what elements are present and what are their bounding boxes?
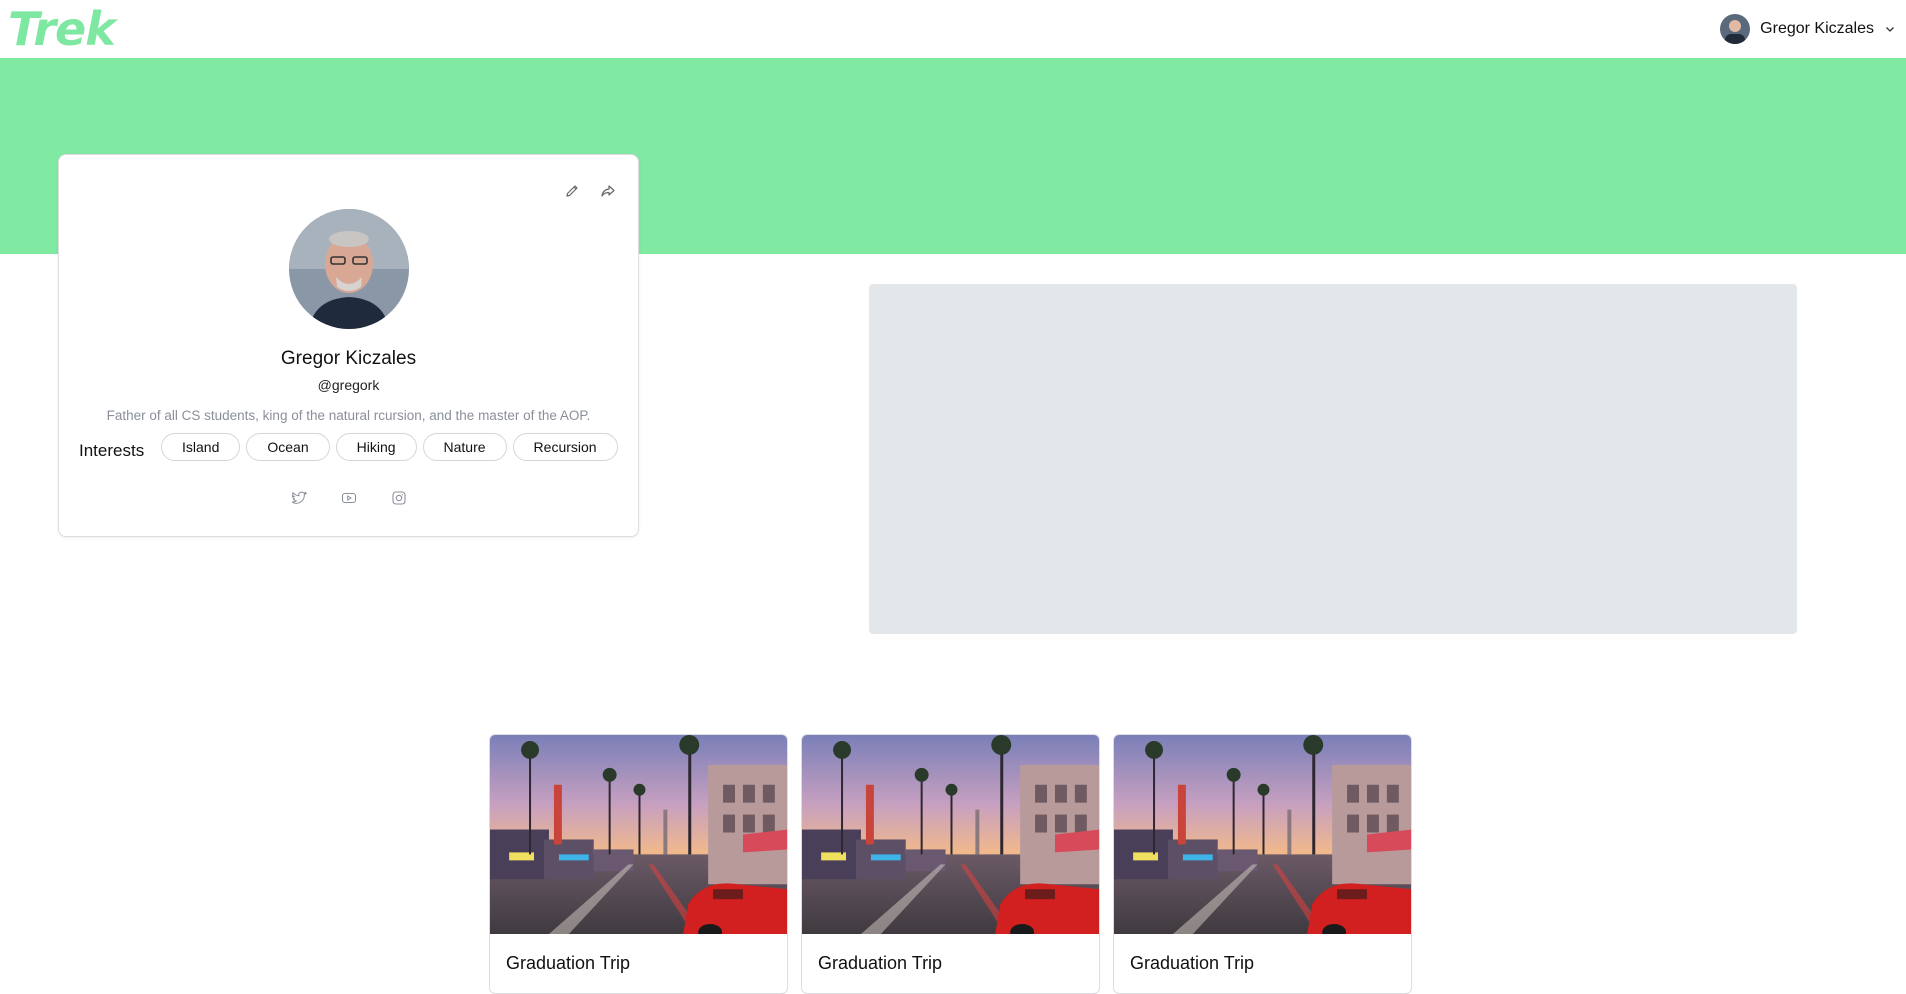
media-placeholder [869, 284, 1797, 634]
trip-title: Graduation Trip [818, 953, 943, 973]
interest-tag-ocean[interactable]: Ocean [246, 433, 330, 461]
card-actions [564, 183, 616, 199]
share-icon[interactable] [600, 183, 616, 199]
profile-name: Gregor Kiczales [280, 348, 417, 369]
user-avatar [1720, 14, 1751, 44]
social-links [59, 490, 638, 506]
user-name: Gregor Kiczales [1760, 20, 1874, 37]
trip-image [490, 735, 787, 934]
top-navbar: Trek Gregor Kiczales [0, 0, 1906, 58]
instagram-icon[interactable] [391, 490, 407, 506]
interests-section: Interests Island Ocean Hiking Nature Rec… [79, 433, 618, 461]
interest-tags: Island Ocean Hiking Nature Recursion [161, 433, 618, 461]
interest-tag-hiking[interactable]: Hiking [335, 433, 417, 461]
profile-bio: Father of all CS students, king of the n… [106, 408, 591, 423]
profile-card: Gregor Kiczales @gregork Father of all C… [58, 154, 639, 537]
trip-card[interactable]: Graduation Trip [801, 734, 1100, 994]
interest-tag-nature[interactable]: Nature [422, 433, 507, 461]
trip-card[interactable]: Graduation Trip [489, 734, 788, 994]
interest-tag-recursion[interactable]: Recursion [512, 433, 618, 461]
youtube-icon[interactable] [341, 490, 357, 506]
chevron-down-icon [1886, 27, 1894, 32]
trek-logo[interactable]: Trek [8, 2, 116, 56]
interest-tag-island[interactable]: Island [161, 433, 241, 461]
trip-image [1114, 735, 1411, 934]
trip-image [802, 735, 1099, 934]
trip-card[interactable]: Graduation Trip [1113, 734, 1412, 994]
trip-title: Graduation Trip [1130, 953, 1255, 973]
profile-avatar [289, 209, 409, 329]
profile-handle: @gregork [317, 377, 380, 393]
user-menu-button[interactable]: Gregor Kiczales [1720, 12, 1906, 46]
edit-pencil-icon[interactable] [564, 183, 580, 199]
interests-label: Interests [79, 441, 145, 460]
trip-title: Graduation Trip [506, 953, 631, 973]
twitter-icon[interactable] [291, 490, 307, 506]
